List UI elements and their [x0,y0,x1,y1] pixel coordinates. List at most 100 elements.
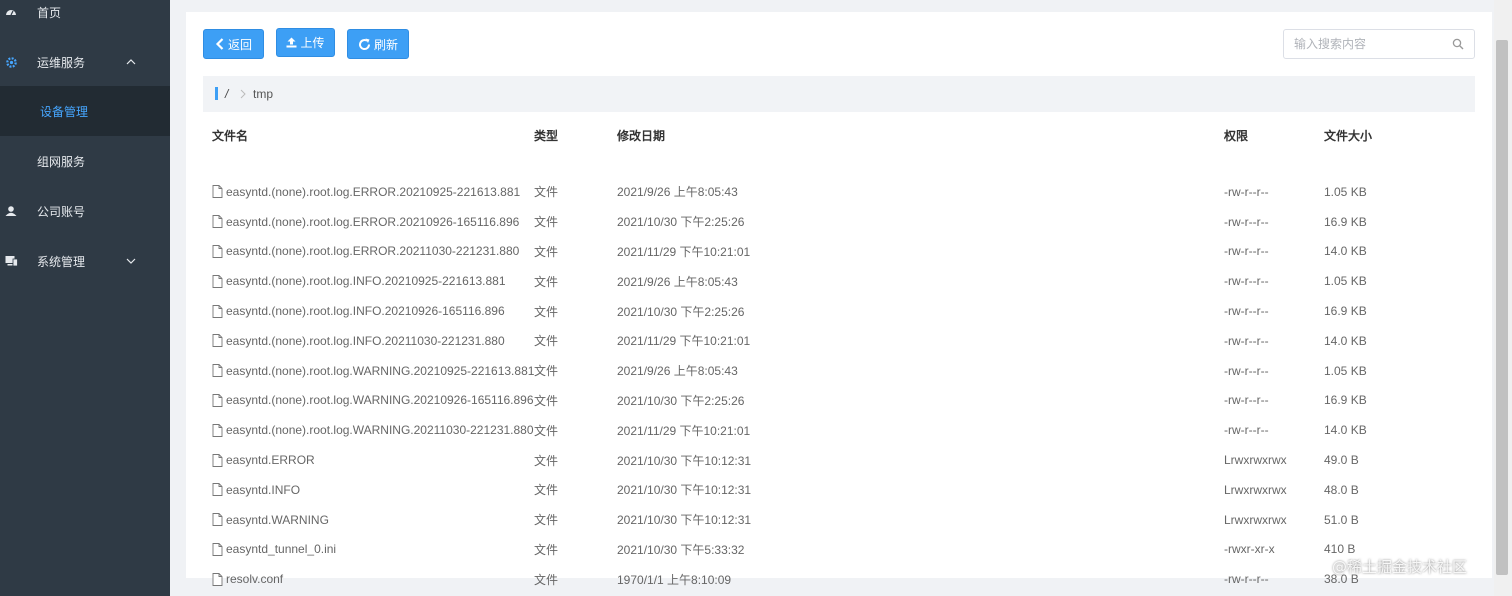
sidebar-item-company-account[interactable]: 公司账号 [0,186,170,236]
cell-file-name[interactable]: easyntd.ERROR [203,445,534,475]
cell-file-name[interactable]: easyntd.WARNING [203,505,534,535]
cell-file-name[interactable]: easyntd.(none).root.log.ERROR.20211030-2… [203,237,534,267]
cell-file-size: 1.05 KB [1324,184,1367,199]
cell-file-permissions: -rw-r--r-- [1224,274,1269,289]
table-row[interactable]: easyntd.INFO 文件 2021/10/30 下午10:12:31 Lrwxr… [203,475,1475,505]
table-row[interactable]: easyntd.(none).root.log.WARNING.20211030… [203,415,1475,445]
table-row[interactable]: easyntd.(none).root.log.WARNING.20210925… [203,356,1475,386]
cell-file-type: 文件 [534,185,559,200]
cell-file-type: 文件 [534,483,559,498]
cell-file-modified: 2021/10/30 下午10:12:31 [617,453,752,468]
search-icon[interactable] [1452,38,1464,50]
breadcrumb-marker [215,87,218,100]
breadcrumb: / tmp [203,76,1475,112]
upload-button[interactable]: 上传 [276,28,335,57]
file-name-text[interactable]: easyntd.(none).root.log.ERROR.20210925-2… [226,185,520,199]
file-name-text[interactable]: easyntd.(none).root.log.INFO.20211030-22… [226,334,505,348]
cell-file-permissions: Lrwxrwxrwx [1224,453,1287,468]
file-icon [212,543,223,556]
file-name-text[interactable]: easyntd.(none).root.log.ERROR.20211030-2… [226,244,519,258]
file-icon [212,274,223,288]
cell-file-type: 文件 [534,572,559,587]
table-row[interactable]: easyntd.WARNING 文件 2021/10/30 下午10:12:31 Lr… [203,505,1475,535]
refresh-button[interactable]: 刷新 [347,29,409,59]
refresh-button-label: 刷新 [373,37,398,52]
sidebar-item-label: 系统管理 [37,254,86,269]
cell-file-permissions: -rw-r--r-- [1224,333,1269,348]
sidebar-item-ops-service[interactable]: 运维服务 [0,37,170,87]
cell-file-name[interactable]: easyntd.(none).root.log.INFO.20210926-16… [203,296,534,326]
cell-file-size: 49.0 B [1324,453,1359,468]
cell-file-permissions: -rw-r--r-- [1224,304,1269,319]
cell-file-name[interactable]: easyntd_tunnel_0.ini [203,535,534,565]
table-row[interactable]: easyntd.(none).root.log.INFO.20210926-16… [203,296,1475,326]
cell-file-modified: 2021/11/29 下午10:21:01 [617,334,751,349]
upload-button-label: 上传 [300,36,325,50]
cell-file-name[interactable]: easyntd.(none).root.log.WARNING.20211030… [203,415,534,445]
table-row[interactable]: easyntd.(none).root.log.INFO.20210925-22… [203,266,1475,296]
cell-file-permissions: -rw-r--r-- [1224,393,1269,408]
table-row[interactable]: easyntd.(none).root.log.ERROR.20211030-2… [203,237,1475,267]
sidebar-item-network-service[interactable]: 组网服务 [0,136,170,186]
cell-file-size: 51.0 B [1324,512,1359,527]
cell-file-modified: 2021/11/29 下午10:21:01 [617,423,751,438]
back-button-label: 返回 [227,37,252,52]
cell-file-name[interactable]: easyntd.(none).root.log.WARNING.20210926… [203,386,534,416]
file-name-text[interactable]: easyntd.ERROR [226,453,315,467]
chevron-up-icon [126,59,136,65]
user-icon [4,204,18,218]
file-icon [212,245,223,258]
file-name-text[interactable]: easyntd_tunnel_0.ini [226,542,336,556]
cell-file-name[interactable]: easyntd.(none).root.log.INFO.20210925-22… [203,266,534,296]
breadcrumb-current[interactable]: tmp [253,87,273,101]
file-name-text[interactable]: easyntd.(none).root.log.WARNING.20210925… [226,364,534,378]
table-row[interactable]: easyntd.(none).root.log.WARNING.20210926… [203,386,1475,416]
table-row[interactable]: easyntd_tunnel_0.ini 文件 2021/10/30 下午5:33:… [203,535,1475,565]
file-icon [212,304,223,318]
cell-file-name[interactable]: easyntd.INFO [203,475,534,505]
upload-icon [286,37,297,48]
file-name-text[interactable]: resolv.conf [226,572,283,586]
cell-file-name[interactable]: easyntd.(none).root.log.WARNING.20210925… [203,356,534,386]
file-name-text[interactable]: easyntd.(none).root.log.INFO.20210926-16… [226,304,505,318]
scrollbar-thumb[interactable] [1496,40,1508,575]
file-name-text[interactable]: easyntd.INFO [226,483,300,497]
cell-file-size: 1.05 KB [1324,274,1367,289]
cell-file-type: 文件 [534,453,559,468]
sidebar-item-label: 设备管理 [40,104,89,119]
breadcrumb-root[interactable]: / [225,87,228,101]
cell-file-size: 16.9 KB [1324,304,1367,319]
table-row[interactable]: easyntd.(none).root.log.ERROR.20210926-1… [203,207,1475,237]
file-icon [212,572,223,586]
file-name-text[interactable]: easyntd.(none).root.log.WARNING.20211030… [226,423,534,437]
cell-file-name[interactable]: easyntd.(none).root.log.ERROR.20210926-1… [203,207,534,237]
gear-icon [4,55,18,69]
table-row[interactable]: resolv.conf 文件 1970/1/1 上午8:10:09 -rw-r--r-… [203,564,1475,594]
cell-file-permissions: -rw-r--r-- [1224,423,1269,438]
file-name-text[interactable]: easyntd.WARNING [226,513,329,527]
back-button[interactable]: 返回 [203,29,264,59]
table-row[interactable]: easyntd.(none).root.log.ERROR.20210925-2… [203,177,1475,207]
file-icon [212,185,223,199]
sidebar-item-system-management[interactable]: 系统管理 [0,236,170,286]
sidebar-item-home[interactable]: 首页 [0,0,170,37]
file-name-text[interactable]: easyntd.(none).root.log.ERROR.20210926-1… [226,215,519,229]
file-icon [212,364,223,378]
cell-file-name[interactable]: easyntd.(none).root.log.ERROR.20210925-2… [203,177,534,207]
file-icon [212,453,223,467]
chevron-left-icon [215,38,224,50]
cell-file-name[interactable]: easyntd.(none).root.log.INFO.20211030-22… [203,326,534,356]
table-header-row: 文件名 类型 修改日期 权限 文件大小 [203,121,1475,149]
cell-file-modified: 2021/10/30 下午5:33:32 [617,542,745,557]
watermark: @稀土掘金技术社区 [1332,558,1468,576]
file-name-text[interactable]: easyntd.(none).root.log.WARNING.20210926… [226,393,534,407]
column-header-type: 类型 [534,128,559,143]
file-name-text[interactable]: easyntd.(none).root.log.INFO.20210925-22… [226,274,506,288]
cell-file-type: 文件 [534,244,559,259]
sidebar-item-device-management[interactable]: 设备管理 [0,86,170,136]
search-input[interactable] [1284,30,1444,58]
cell-file-name[interactable]: resolv.conf [203,564,534,594]
table-row[interactable]: easyntd.ERROR 文件 2021/10/30 下午10:12:31 Lrwx… [203,445,1475,475]
chevron-right-icon [240,89,246,99]
table-row[interactable]: easyntd.(none).root.log.INFO.20211030-22… [203,326,1475,356]
